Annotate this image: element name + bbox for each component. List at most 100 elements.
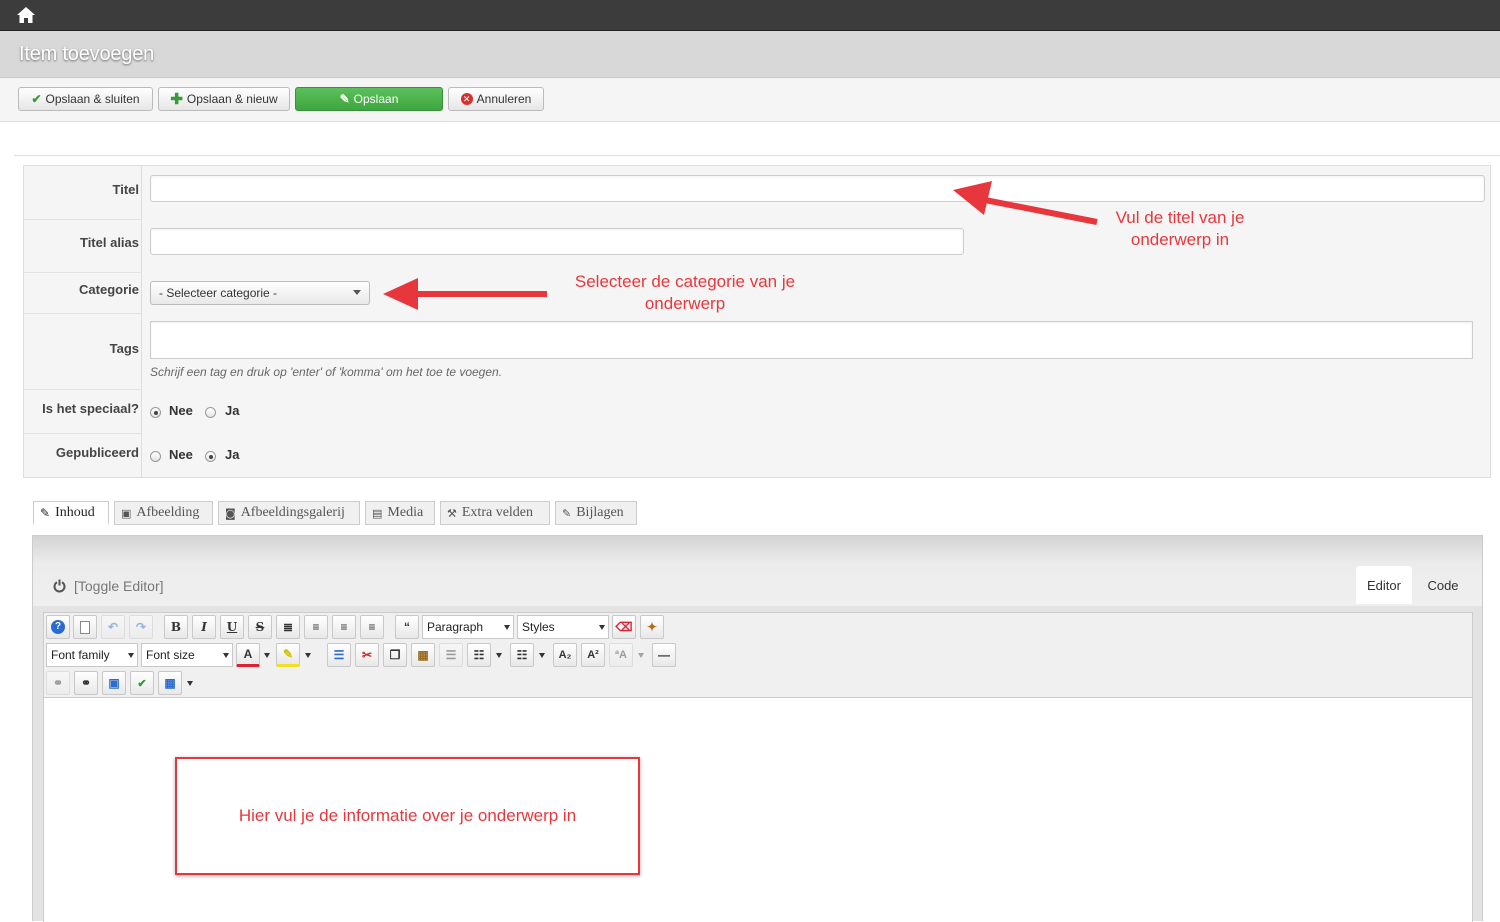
- cut-icon[interactable]: ✂: [355, 643, 379, 667]
- special-no-radio[interactable]: [150, 407, 161, 418]
- tab-label: Afbeelding: [136, 505, 200, 520]
- bold-icon[interactable]: B: [164, 615, 188, 639]
- font-family-value: Font family: [51, 648, 110, 662]
- plus-icon: ✚: [170, 91, 183, 108]
- tags-help-text: Schrijf een tag en druk op 'enter' of 'k…: [150, 365, 503, 379]
- paste-icon[interactable]: ▦: [411, 643, 435, 667]
- category-value: - Selecteer categorie -: [159, 286, 278, 300]
- tab-bijlagen[interactable]: ✎ Bijlagen: [555, 501, 637, 525]
- numbered-list-dropdown[interactable]: [493, 643, 505, 667]
- image-icon: ▣: [121, 506, 132, 520]
- content-annotation-text: Hier vul je de informatie over je onderw…: [238, 806, 577, 825]
- blockquote-icon[interactable]: “: [395, 615, 419, 639]
- subscript-icon[interactable]: A₂: [553, 643, 577, 667]
- align-center-icon[interactable]: ≡: [304, 615, 328, 639]
- tab-editor[interactable]: Editor: [1356, 566, 1412, 604]
- font-family-select[interactable]: Font family: [46, 643, 138, 667]
- special-label: Is het speciaal?: [42, 401, 139, 416]
- format-value: Paragraph: [427, 620, 484, 634]
- superscript-icon[interactable]: A²: [581, 643, 605, 667]
- language-dropdown[interactable]: [635, 643, 647, 667]
- format-select[interactable]: Paragraph: [422, 615, 514, 639]
- table-dropdown[interactable]: [184, 671, 196, 695]
- tab-afbeelding[interactable]: ▣ Afbeelding: [114, 501, 213, 525]
- align-justify-icon[interactable]: ≣: [276, 615, 300, 639]
- styles-select[interactable]: Styles: [517, 615, 609, 639]
- paperclip-icon: ✎: [562, 506, 572, 520]
- item-form: Titel Titel alias Categorie - Selecteer …: [23, 165, 1491, 478]
- editor-toolbar: ? ↶ ↷ B I U S ≣ ≡ ≡ ≡ “ Paragraph Styles…: [43, 612, 1473, 698]
- title-annotation: Vul de titel van je onderwerp in: [1090, 207, 1270, 251]
- font-size-value: Font size: [146, 648, 195, 662]
- image-icon[interactable]: ▣: [102, 671, 126, 695]
- save-close-button[interactable]: ✔ Opslaan & sluiten: [18, 87, 153, 111]
- font-size-select[interactable]: Font size: [141, 643, 233, 667]
- page-header: Item toevoegen: [0, 31, 1500, 78]
- highlight-icon[interactable]: ✎: [276, 643, 300, 667]
- tab-inhoud[interactable]: ✎ Inhoud: [33, 501, 109, 525]
- category-annotation: Selecteer de categorie van je onderwerp: [550, 271, 820, 315]
- save-label: Opslaan: [353, 92, 399, 106]
- new-document-icon[interactable]: [73, 615, 97, 639]
- eraser-icon[interactable]: ⌫: [612, 615, 636, 639]
- numbered-list-icon[interactable]: ☷: [467, 643, 491, 667]
- category-select[interactable]: - Selecteer categorie -: [150, 281, 370, 305]
- outdent-icon[interactable]: ☰: [439, 643, 463, 667]
- save-button[interactable]: ✎ Opslaan: [295, 87, 443, 111]
- power-icon: [53, 579, 66, 593]
- spellcheck-language-icon[interactable]: ªA: [609, 643, 633, 667]
- align-left-icon[interactable]: ≡: [332, 615, 356, 639]
- save-close-label: Opslaan & sluiten: [45, 92, 140, 106]
- tab-code[interactable]: Code: [1416, 566, 1470, 604]
- special-yes-radio[interactable]: [205, 407, 216, 418]
- text-color-dropdown[interactable]: [261, 643, 273, 667]
- published-no-radio[interactable]: [150, 451, 161, 462]
- special-no-label: Nee: [169, 403, 193, 418]
- fields-icon: ⚒: [447, 506, 457, 520]
- tags-input[interactable]: [150, 321, 1473, 359]
- toggle-editor-label: [Toggle Editor]: [74, 578, 164, 594]
- title-input[interactable]: [150, 175, 1485, 202]
- annotation-line: onderwerp: [644, 294, 726, 313]
- home-icon[interactable]: [16, 6, 36, 24]
- strikethrough-icon[interactable]: S: [248, 615, 272, 639]
- italic-icon[interactable]: I: [192, 615, 216, 639]
- highlight-dropdown[interactable]: [302, 643, 314, 667]
- tab-label: Extra velden: [461, 505, 534, 520]
- film-icon: ▤: [372, 506, 383, 520]
- tab-afbeeldingsgalerij[interactable]: ◙ Afbeeldingsgalerij: [218, 501, 360, 525]
- save-new-button[interactable]: ✚ Opslaan & nieuw: [158, 87, 290, 111]
- unlink-icon[interactable]: ⚭: [46, 671, 70, 695]
- tab-extra-velden[interactable]: ⚒ Extra velden: [440, 501, 550, 525]
- spellcheck-icon[interactable]: ✔: [130, 671, 154, 695]
- published-yes-radio[interactable]: [205, 451, 216, 462]
- cancel-button[interactable]: ✕ Annuleren: [448, 87, 544, 111]
- undo-icon[interactable]: ↶: [101, 615, 125, 639]
- published-label: Gepubliceerd: [55, 445, 139, 460]
- table-icon[interactable]: ▦: [158, 671, 182, 695]
- align-right-icon[interactable]: ≡: [360, 615, 384, 639]
- chevron-down-icon: [223, 653, 229, 658]
- alias-input[interactable]: [150, 228, 964, 255]
- clean-icon[interactable]: ✦: [640, 615, 664, 639]
- text-color-icon[interactable]: A: [236, 643, 260, 667]
- redo-icon[interactable]: ↷: [129, 615, 153, 639]
- editor-header: [33, 536, 1482, 606]
- tags-label: Tags: [109, 341, 139, 356]
- help-icon[interactable]: ?: [46, 615, 70, 639]
- top-navbar: [0, 0, 1500, 31]
- edit-icon: ✎: [339, 92, 350, 106]
- check-icon: ✔: [31, 92, 42, 106]
- link-icon[interactable]: ⚭: [74, 671, 98, 695]
- cancel-label: Annuleren: [476, 92, 532, 106]
- copy-icon[interactable]: ❐: [383, 643, 407, 667]
- indent-icon[interactable]: ☰: [327, 643, 351, 667]
- horizontal-rule-icon[interactable]: —: [652, 643, 676, 667]
- bullet-list-icon[interactable]: ☷: [510, 643, 534, 667]
- tab-media[interactable]: ▤ Media: [365, 501, 435, 525]
- toggle-editor-button[interactable]: [Toggle Editor]: [53, 578, 164, 594]
- underline-icon[interactable]: U: [220, 615, 244, 639]
- divider: [24, 313, 142, 314]
- chevron-down-icon: [599, 625, 605, 630]
- bullet-list-dropdown[interactable]: [536, 643, 548, 667]
